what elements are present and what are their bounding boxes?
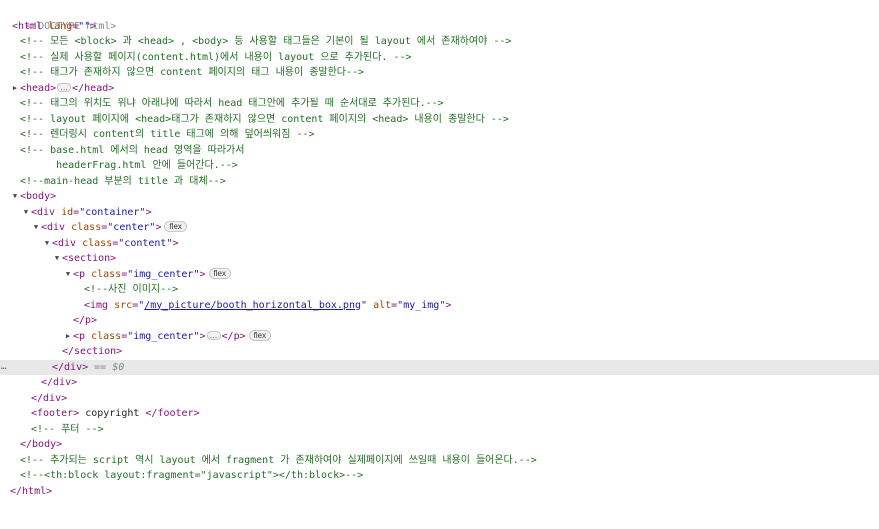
head-node-collapsed[interactable]: ▶ <head>… </head> bbox=[0, 81, 879, 97]
flex-badge[interactable]: flex bbox=[164, 221, 187, 232]
comment-node[interactable]: <!-- 태그의 위치도 위냐 아래냐에 따라서 head 태그안에 추가될 때… bbox=[0, 96, 879, 112]
comment-node[interactable]: <!-- 모든 <block> 과 <head> , <body> 등 사용할 … bbox=[0, 34, 879, 50]
comment-node[interactable]: <!--main-head 부분의 title 과 대체--> bbox=[0, 174, 879, 190]
selected-node-marker: == $0 bbox=[88, 361, 125, 373]
div-center-node[interactable]: ▼ <div class="center"> flex bbox=[0, 220, 879, 236]
expand-triangle-icon[interactable]: ▶ bbox=[10, 81, 20, 97]
section-node[interactable]: ▼ <section> bbox=[0, 251, 879, 267]
comment-node[interactable]: <!--<th:block layout:fragment="javascrip… bbox=[0, 468, 879, 484]
flex-badge[interactable]: flex bbox=[248, 329, 272, 341]
comment-node[interactable]: <!-- 푸터 --> bbox=[0, 422, 879, 438]
collapsed-ellipsis-button[interactable]: … bbox=[57, 82, 72, 92]
more-actions-icon[interactable]: … bbox=[1, 360, 7, 376]
p-close-node[interactable]: </p> bbox=[0, 313, 879, 329]
flex-badge[interactable]: flex bbox=[208, 267, 231, 279]
comment-node[interactable]: <!--사진 이미지--> bbox=[0, 282, 879, 298]
div-container-node[interactable]: ▼ <div id="container"> bbox=[0, 205, 879, 221]
html-tag-open: <html bbox=[12, 20, 43, 32]
collapse-triangle-icon[interactable]: ▼ bbox=[63, 267, 73, 283]
collapse-triangle-icon[interactable]: ▼ bbox=[52, 251, 62, 267]
div-close-node[interactable]: </div> bbox=[0, 391, 879, 407]
doctype-node[interactable]: <!DOCTYPE html> bbox=[0, 3, 879, 32]
collapsed-ellipsis-button[interactable]: … bbox=[206, 330, 221, 340]
comment-node[interactable]: <!-- 추가되는 script 역시 layout 에서 fragment 가… bbox=[0, 453, 879, 469]
comment-node[interactable]: <!-- base.html 에서의 head 영역을 따라가서 bbox=[0, 143, 879, 159]
div-close-node[interactable]: </div> bbox=[0, 375, 879, 391]
p-img-center-node[interactable]: ▼ <p class="img_center"> flex bbox=[0, 267, 879, 283]
section-close-node[interactable]: </section> bbox=[0, 344, 879, 360]
expand-triangle-icon[interactable]: ▶ bbox=[63, 329, 73, 345]
html-close-node[interactable]: </html> bbox=[0, 484, 879, 500]
img-node[interactable]: <img src="/my_picture/booth_horizontal_b… bbox=[0, 298, 879, 314]
elements-tree: <!DOCTYPE html> ▼<html lang=""> <!-- 모든 … bbox=[0, 0, 879, 499]
div-close-node-selected[interactable]: … </div> == $0 bbox=[0, 359, 879, 376]
comment-node[interactable]: <!-- layout 페이지에 <head>태그가 존재하지 않으면 cont… bbox=[0, 112, 879, 128]
comment-node-continuation[interactable]: headerFrag.html 안에 들어간다.--> bbox=[0, 158, 879, 174]
footer-text: copyright bbox=[79, 408, 146, 419]
footer-node[interactable]: <footer> copyright </footer> bbox=[0, 406, 879, 422]
comment-node[interactable]: <!-- 실제 사용할 페이지(content.html)에서 내용이 layo… bbox=[0, 50, 879, 66]
collapse-triangle-icon[interactable]: ▼ bbox=[10, 189, 20, 205]
collapse-triangle-icon[interactable]: ▼ bbox=[21, 205, 31, 221]
div-content-node[interactable]: ▼ <div class="content"> bbox=[0, 236, 879, 252]
attr-value: "" bbox=[78, 20, 91, 32]
img-src-link[interactable]: /my_picture/booth_horizontal_box.png bbox=[144, 300, 361, 311]
p-img-center-node-collapsed[interactable]: ▶ <p class="img_center">… </p> flex bbox=[0, 329, 879, 345]
collapse-triangle-icon[interactable]: ▼ bbox=[42, 236, 52, 252]
collapse-triangle-icon[interactable]: ▼ bbox=[31, 220, 41, 236]
body-close-node[interactable]: </body> bbox=[0, 437, 879, 453]
html-open-node[interactable]: ▼<html lang=""> bbox=[0, 19, 879, 35]
attr-name: lang bbox=[48, 20, 73, 32]
comment-node[interactable]: <!-- 태그가 존재하지 않으면 content 페이지의 태그 내용이 종말… bbox=[0, 65, 879, 81]
body-node[interactable]: ▼ <body> bbox=[0, 189, 879, 205]
comment-node[interactable]: <!-- 렌더링시 content의 title 태그에 의해 덮어씌워짐 --… bbox=[0, 127, 879, 143]
